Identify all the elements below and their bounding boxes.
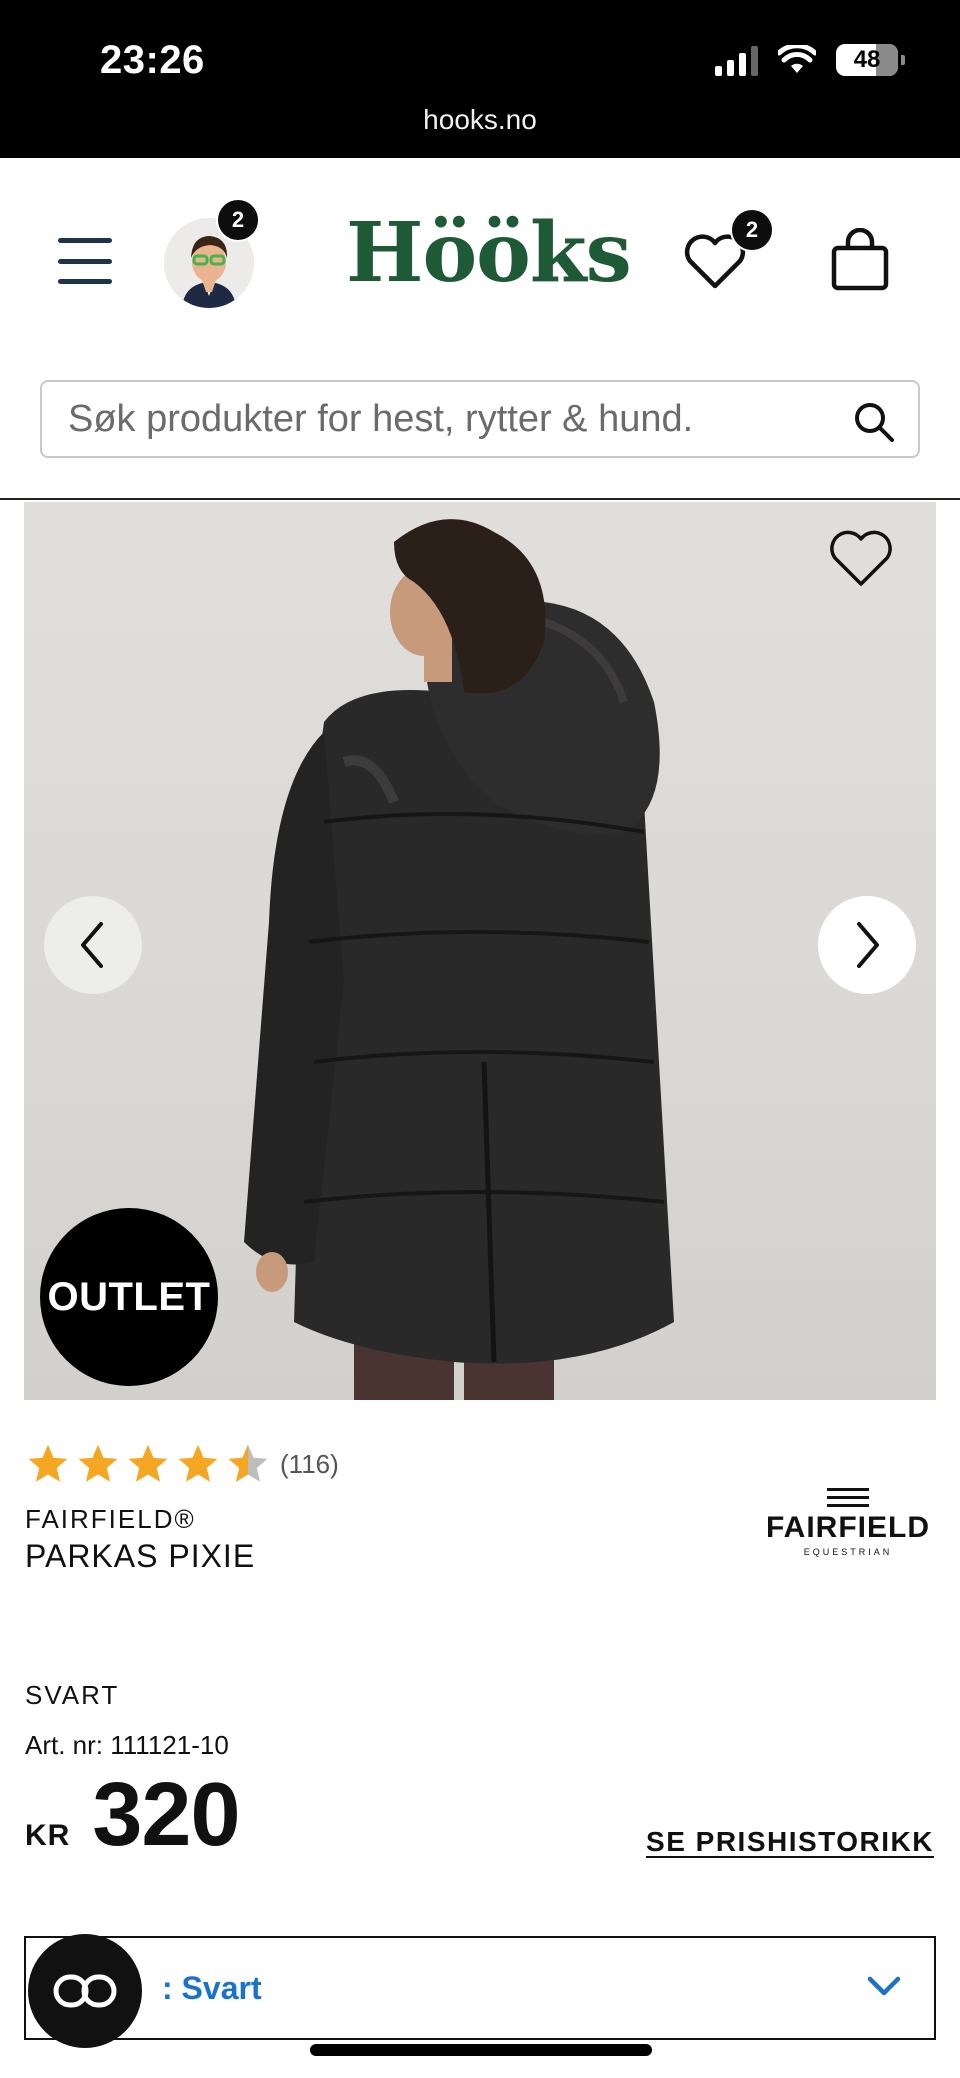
avatar-badge: 2: [216, 198, 260, 242]
previous-image-button[interactable]: [44, 896, 142, 994]
site-header: 2 Hööks 2: [0, 158, 960, 358]
site-logo[interactable]: Hööks: [346, 212, 632, 294]
shopping-bag-icon: [831, 227, 889, 291]
star-full-icon: [78, 1444, 118, 1482]
product-rating[interactable]: (116): [26, 1442, 339, 1486]
chevron-left-icon: [81, 922, 103, 968]
star-half-icon: [228, 1444, 268, 1482]
price-value: 320: [92, 1765, 240, 1865]
chevron-right-icon: [857, 922, 879, 968]
product-brand: FAIRFIELD®: [25, 1504, 196, 1534]
status-icons: 48: [715, 44, 905, 76]
variant-selected-value: : Svart: [162, 1970, 262, 2006]
wifi-icon: [778, 45, 816, 73]
product-name: PARKAS PIXIE: [25, 1538, 256, 1574]
star-full-icon: [178, 1444, 218, 1482]
chat-icon: [53, 1974, 117, 2008]
price-currency: KR: [25, 1819, 71, 1852]
header-divider: [0, 498, 960, 500]
brand-logo-name: FAIRFIELD: [766, 1511, 930, 1544]
heart-icon: [830, 530, 892, 586]
outlet-badge: OUTLET: [40, 1208, 218, 1386]
account-avatar-button[interactable]: 2: [160, 198, 260, 314]
brand-logo-subtitle: EQUESTRIAN: [803, 1547, 893, 1557]
product-color: SVART: [25, 1680, 120, 1710]
chevron-down-icon: [867, 1976, 901, 1996]
status-bar: 23:26 48 hooks.no: [0, 0, 960, 158]
next-image-button[interactable]: [818, 896, 916, 994]
chat-button[interactable]: [28, 1934, 142, 2048]
brand-logo[interactable]: FAIRFIELD EQUESTRIAN: [760, 1488, 936, 1562]
product-price: KR 320: [25, 1765, 241, 1865]
battery-icon: 48: [836, 44, 905, 76]
price-history-link[interactable]: SE PRISHISTORIKK: [646, 1826, 934, 1858]
star-full-icon: [28, 1444, 68, 1482]
color-variant-select[interactable]: : Svart: [24, 1936, 936, 2040]
cart-button[interactable]: [830, 227, 890, 292]
rating-count[interactable]: (116): [280, 1449, 339, 1480]
favorites-badge: 2: [730, 208, 774, 252]
cellular-signal-icon: [715, 44, 758, 76]
search-icon[interactable]: [852, 400, 896, 444]
menu-button[interactable]: [58, 238, 112, 284]
url-bar[interactable]: hooks.no: [0, 104, 960, 136]
search-bar[interactable]: [40, 380, 920, 458]
status-time: 23:26: [100, 38, 205, 82]
add-to-wishlist-button[interactable]: [826, 526, 896, 590]
product-image-gallery[interactable]: OUTLET: [24, 502, 936, 1400]
brand-logo-mark: [827, 1488, 869, 1507]
search-input[interactable]: [68, 397, 848, 441]
star-full-icon: [128, 1444, 168, 1482]
home-indicator[interactable]: [310, 2044, 652, 2056]
article-number: Art. nr: 111121-10: [25, 1730, 229, 1760]
